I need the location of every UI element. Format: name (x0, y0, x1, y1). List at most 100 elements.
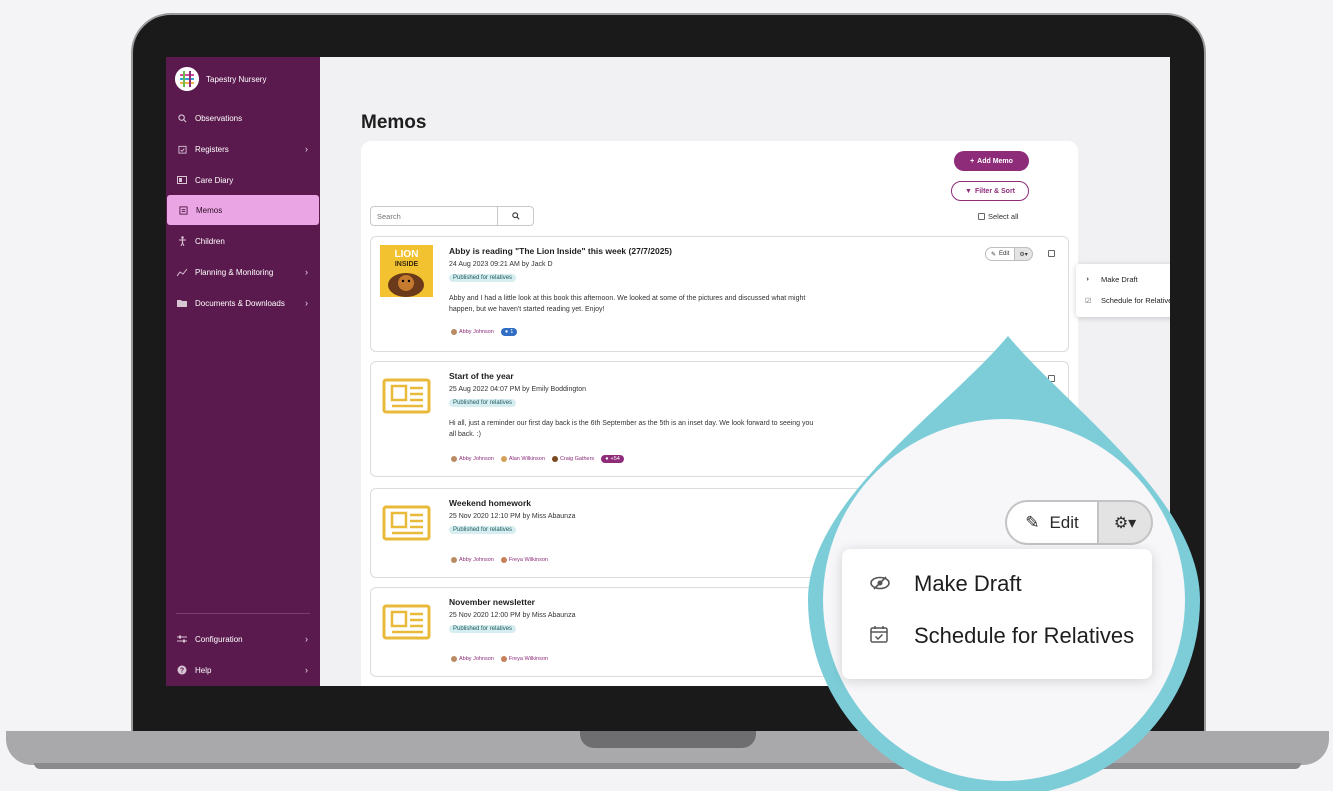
search-button[interactable] (498, 206, 534, 226)
child-tags: Abby Johnson ● 1 (451, 328, 518, 336)
add-memo-button[interactable]: + Add Memo (954, 151, 1029, 171)
zoom-edit-label: Edit (1049, 512, 1079, 532)
search-input[interactable] (370, 206, 498, 226)
child-chip[interactable]: Freya Wilkinson (500, 557, 548, 563)
menu-item-label: Make Draft (1101, 275, 1138, 284)
status-badge: Published for relatives (449, 526, 517, 534)
sidebar-item-observations[interactable]: Observations (166, 103, 320, 133)
help-icon: ? (177, 665, 187, 675)
avatar (451, 557, 457, 563)
status-badge: Published for relatives (449, 625, 517, 633)
memo-actions-dropdown: ◑ Make Draft ☑ Schedule for Relatives (1076, 264, 1170, 317)
search-bar (370, 206, 534, 226)
svg-text:INSIDE: INSIDE (395, 261, 419, 268)
memo-meta: 25 Nov 2020 12:00 PM by Miss Abaunza (449, 612, 576, 619)
sidebar-item-children[interactable]: Children (166, 226, 320, 256)
newspaper-icon (380, 497, 433, 549)
more-children-badge[interactable]: ● +54 (601, 455, 624, 463)
memo-title[interactable]: Weekend homework (449, 498, 531, 508)
menu-item-label: Schedule for Relatives (1101, 296, 1170, 305)
child-chip[interactable]: Craig Gathers (551, 456, 594, 462)
book-cover-image: LION INSIDE (380, 245, 433, 297)
comment-count-badge[interactable]: ● 1 (500, 328, 518, 336)
make-draft-menu-item[interactable]: ◑ Make Draft (1085, 275, 1138, 284)
sidebar: Tapestry Nursery Observations Registers … (166, 57, 320, 686)
edit-button[interactable]: ✎ Edit (985, 247, 1016, 261)
memo-icon (178, 205, 188, 215)
sidebar-item-label: Planning & Monitoring (195, 267, 274, 277)
zoom-edit-button-group: ✎ Edit ⚙▾ (1005, 500, 1153, 545)
sidebar-item-label: Documents & Downloads (195, 298, 285, 308)
child-tags: Abby Johnson Alan Wilkinson Craig Gather… (451, 455, 624, 463)
svg-text:?: ? (180, 668, 184, 675)
sidebar-item-label: Care Diary (195, 175, 234, 185)
avatar (551, 456, 558, 462)
select-all-checkbox[interactable]: Select all (978, 212, 1018, 221)
zoom-actions-menu: Make Draft Schedule for Relatives (842, 549, 1152, 679)
avatar (451, 456, 457, 462)
brand-name: Tapestry Nursery (206, 74, 267, 84)
memo-checkbox[interactable] (1048, 375, 1055, 382)
sidebar-item-documents-downloads[interactable]: Documents & Downloads › (166, 288, 320, 318)
child-chip[interactable]: Alan Wilkinson (500, 456, 545, 462)
sidebar-item-planning-monitoring[interactable]: Planning & Monitoring › (166, 257, 320, 287)
memo-title[interactable]: Start of the year (449, 371, 514, 381)
chevron-right-icon: › (305, 298, 308, 308)
memo-card[interactable]: Start of the year 25 Aug 2022 04:07 PM b… (370, 361, 1069, 477)
filter-sort-button[interactable]: ▼ Filter & Sort (951, 181, 1029, 201)
child-chip[interactable]: Abby Johnson (451, 656, 494, 662)
memo-checkbox[interactable] (1048, 250, 1055, 257)
memo-meta: 25 Aug 2022 04:07 PM by Emily Boddington (449, 386, 586, 393)
register-icon (177, 144, 187, 154)
zoom-schedule-item[interactable]: Schedule for Relatives (870, 623, 1134, 649)
sidebar-item-care-diary[interactable]: Care Diary (166, 165, 320, 195)
child-name: Abby Johnson (459, 557, 494, 563)
newspaper-icon (380, 596, 433, 648)
sidebar-item-help[interactable]: ? Help › (166, 655, 320, 685)
memo-title[interactable]: Abby is reading "The Lion Inside" this w… (449, 246, 672, 256)
sidebar-item-label: Memos (196, 205, 223, 215)
brand[interactable]: Tapestry Nursery (175, 67, 266, 91)
child-chip[interactable]: Abby Johnson (451, 557, 494, 563)
sidebar-item-memos[interactable]: Memos (167, 195, 319, 225)
memo-title[interactable]: November newsletter (449, 597, 535, 607)
planning-icon (177, 267, 187, 277)
child-chip[interactable]: Abby Johnson (451, 329, 494, 335)
avatar (500, 557, 507, 563)
child-chip[interactable]: Abby Johnson (451, 456, 494, 462)
memo-body: Abby and I had a little look at this boo… (449, 295, 806, 313)
chevron-right-icon: › (305, 267, 308, 277)
gear-icon: ⚙▾ (1113, 514, 1137, 532)
memo-meta: 24 Aug 2023 09:21 AM by Jack D (449, 261, 553, 268)
sidebar-item-configuration[interactable]: Configuration › (166, 624, 320, 654)
avatar (451, 656, 457, 662)
svg-text:LION: LION (395, 249, 419, 260)
eye-slash-icon (870, 574, 892, 595)
sidebar-item-label: Help (195, 665, 212, 675)
zoom-gear-button[interactable]: ⚙▾ (1097, 500, 1153, 545)
pencil-icon: ✎ (1025, 512, 1040, 532)
zoom-edit-button[interactable]: ✎ Edit (1005, 500, 1097, 545)
gear-dropdown-button[interactable]: ⚙▾ (1015, 247, 1033, 261)
pencil-icon: ✎ (991, 251, 997, 258)
child-chip[interactable]: Freya Wilkinson (500, 656, 548, 662)
memo-meta: 25 Nov 2020 12:10 PM by Miss Abaunza (449, 513, 576, 520)
child-name: Freya Wilkinson (508, 557, 548, 563)
sidebar-item-registers[interactable]: Registers › (166, 134, 320, 164)
brand-logo-icon (175, 67, 199, 91)
schedule-for-relatives-menu-item[interactable]: ☑ Schedule for Relatives (1085, 296, 1170, 305)
calendar-check-icon (870, 625, 892, 648)
zoom-make-draft-item[interactable]: Make Draft (870, 571, 1022, 597)
checkbox[interactable] (978, 213, 985, 220)
comment-count: 1 (510, 329, 514, 335)
sidebar-divider (176, 613, 310, 614)
sidebar-item-label: Registers (195, 144, 229, 154)
newspaper-icon (380, 370, 433, 422)
memo-card[interactable]: LION INSIDE Abby is reading "The Lion In… (370, 236, 1069, 352)
child-name: Freya Wilkinson (508, 656, 548, 662)
plus-icon: + (970, 157, 975, 165)
status-badge: Published for relatives (449, 399, 517, 407)
edit-label: Edit (999, 251, 1010, 257)
chevron-right-icon: › (305, 665, 308, 675)
eye-slash-icon: ◑ (1085, 276, 1090, 283)
